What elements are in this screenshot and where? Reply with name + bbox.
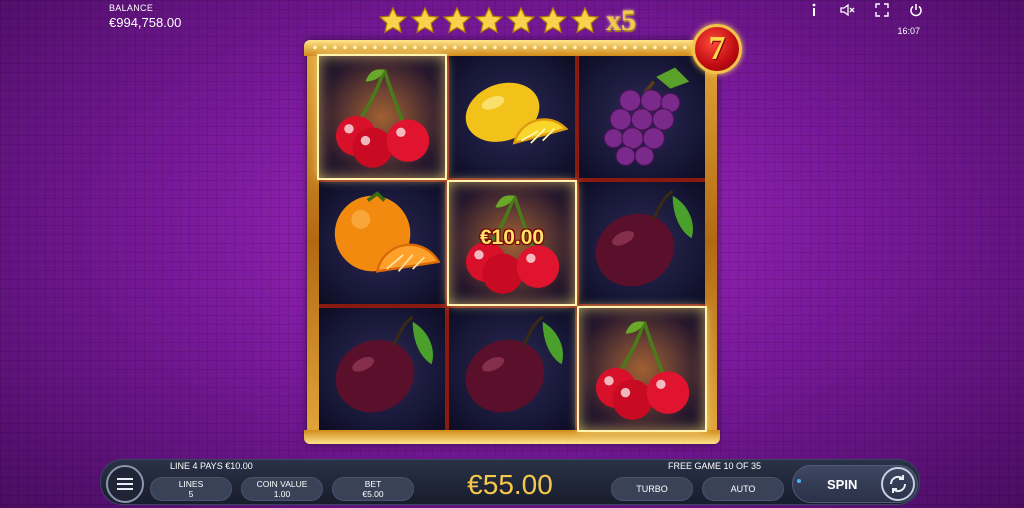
free-game-counter: FREE GAME 10 OF 35	[667, 461, 761, 471]
reel-frame-marquee	[304, 40, 720, 56]
lines-value: 5	[188, 489, 194, 499]
grapes-icon	[603, 67, 690, 166]
turbo-label: TURBO	[636, 484, 668, 494]
lines-label: LINES	[178, 479, 204, 489]
turbo-button[interactable]: TURBO	[611, 477, 693, 501]
plum-icon	[335, 315, 433, 413]
menu-button[interactable]	[106, 465, 144, 503]
spin-label: SPIN	[827, 477, 858, 492]
info-icon[interactable]	[806, 2, 822, 18]
plum-icon	[465, 315, 563, 413]
top-controls	[806, 2, 924, 18]
bet-value: €5.00	[362, 489, 384, 499]
reel-frame-base	[304, 430, 720, 444]
fullscreen-icon[interactable]	[874, 2, 890, 18]
star-icon	[570, 6, 600, 36]
reel-cell-cherry	[577, 306, 707, 432]
reel-cell-cherry	[317, 54, 447, 180]
reel-cell-plum	[449, 308, 575, 430]
balance-display: BALANCE €994,758.00	[109, 3, 181, 30]
total-bet-display: €55.00	[467, 469, 553, 500]
balance-label: BALANCE	[109, 3, 154, 13]
bet-label: BET	[364, 479, 382, 489]
star-icon	[442, 6, 472, 36]
reel-cell-grapes	[579, 56, 705, 178]
plum-icon	[595, 189, 693, 287]
star-multiplier: x5	[606, 4, 636, 37]
free-spin-stars: x5	[378, 4, 636, 38]
power-icon[interactable]	[908, 2, 924, 18]
coin-value-selector[interactable]: COIN VALUE 1.00	[241, 477, 323, 501]
lemon-icon	[465, 82, 569, 145]
hamburger-icon	[117, 483, 133, 485]
status-indicator-dot	[797, 479, 801, 483]
reel-cell-cherry: €10.00	[447, 180, 577, 306]
spin-button[interactable]: SPIN	[792, 465, 918, 503]
cherry-icon	[335, 69, 430, 168]
coin-value-value: 1.00	[273, 489, 291, 499]
bet-selector[interactable]: BET €5.00	[332, 477, 414, 501]
lucky-seven-badge: 7	[692, 24, 742, 74]
reel-cell-lemon	[449, 56, 575, 178]
clock: 16:07	[897, 26, 920, 36]
reel-cell-orange	[319, 182, 445, 304]
line-pays-text: LINE 4 PAYS €10.00	[170, 461, 253, 471]
win-amount-label: €10.00	[479, 226, 545, 249]
cherry-icon	[595, 321, 690, 420]
star-icon	[538, 6, 568, 36]
coin-value-label: COIN VALUE	[256, 479, 308, 489]
reel-cell-plum	[579, 182, 705, 304]
spin-arrows-icon	[881, 467, 915, 501]
balance-value: €994,758.00	[109, 15, 182, 30]
orange-icon	[334, 191, 441, 273]
reel-cell-plum	[319, 308, 445, 430]
star-icon	[474, 6, 504, 36]
lines-selector[interactable]: LINES 5	[150, 477, 232, 501]
reels-grid: €10.00	[317, 54, 707, 432]
star-icon	[410, 6, 440, 36]
star-icon	[378, 6, 408, 36]
mute-icon[interactable]	[840, 2, 856, 18]
auto-button[interactable]: AUTO	[702, 477, 784, 501]
star-icon	[506, 6, 536, 36]
auto-label: AUTO	[730, 484, 756, 494]
